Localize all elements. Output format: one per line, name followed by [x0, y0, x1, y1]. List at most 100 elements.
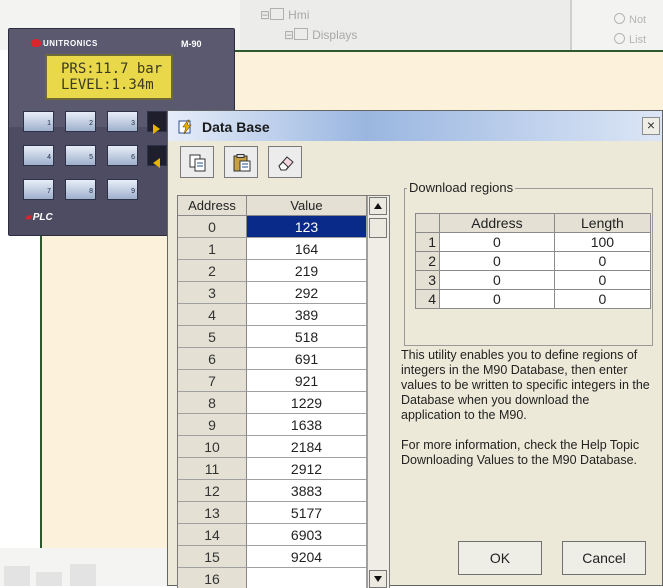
grid-row[interactable]: 10 2184 — [178, 436, 389, 458]
grid-header-value: Value — [247, 196, 367, 216]
row-address: 2 — [178, 260, 247, 282]
grid-row[interactable]: 5 518 — [178, 326, 389, 348]
region-length-cell[interactable]: 0 — [553, 270, 652, 290]
row-value-cell[interactable]: 2184 — [247, 436, 367, 458]
lightning-icon — [178, 119, 192, 135]
grid-row[interactable]: 12 3883 — [178, 480, 389, 502]
row-address: 10 — [178, 436, 247, 458]
row-address: 9 — [178, 414, 247, 436]
row-address: 16 — [178, 568, 247, 588]
grid-row[interactable]: 2 219 — [178, 260, 389, 282]
erase-button[interactable] — [268, 146, 302, 178]
device-key: 1 — [23, 111, 54, 132]
row-value-cell[interactable]: 164 — [247, 238, 367, 260]
grid-header: Address Value — [178, 196, 389, 216]
row-value-cell[interactable]: 5177 — [247, 502, 367, 524]
region-row: 1 0 100 — [415, 232, 652, 252]
copy-icon — [189, 154, 206, 172]
description-paragraph-1: This utility enables you to define regio… — [401, 348, 650, 422]
row-value-cell[interactable]: 1229 — [247, 392, 367, 414]
download-regions-table[interactable]: Address Length 1 0 100 2 0 0 3 0 0 4 0 0 — [415, 213, 652, 309]
scroll-thumb[interactable] — [369, 218, 387, 238]
radio-icon — [614, 13, 625, 24]
arrow-left-key-icon — [147, 145, 167, 168]
row-value-cell[interactable]: 389 — [247, 304, 367, 326]
radio-icon — [614, 33, 625, 44]
row-address: 3 — [178, 282, 247, 304]
row-value-cell[interactable] — [247, 568, 367, 588]
row-value-cell[interactable]: 691 — [247, 348, 367, 370]
region-row: 3 0 0 — [415, 270, 652, 290]
grid-row[interactable]: 7 921 — [178, 370, 389, 392]
row-value-cell[interactable]: 518 — [247, 326, 367, 348]
device-key: 9 — [107, 179, 138, 200]
region-address-cell[interactable]: 0 — [439, 251, 555, 271]
region-index: 2 — [415, 251, 440, 271]
ghost-shape — [4, 566, 30, 586]
row-address: 6 — [178, 348, 247, 370]
region-address-cell[interactable]: 0 — [439, 270, 555, 290]
description-paragraph-2: For more information, check the Help Top… — [401, 438, 640, 467]
row-value-cell[interactable]: 2912 — [247, 458, 367, 480]
tree-item-displays: ⊟ Displays — [284, 28, 358, 42]
device-key: 7 — [23, 179, 54, 200]
row-address: 0 — [178, 216, 247, 238]
row-value-cell[interactable]: 292 — [247, 282, 367, 304]
region-length-cell[interactable]: 100 — [553, 232, 652, 252]
unitronics-logo-icon — [31, 39, 41, 47]
row-address: 8 — [178, 392, 247, 414]
grid-header-address: Address — [178, 196, 247, 216]
folder-icon — [270, 8, 285, 20]
row-value-cell[interactable]: 1638 — [247, 414, 367, 436]
lcd-line-1: PRS:11.7 bar — [61, 61, 163, 77]
row-address: 7 — [178, 370, 247, 392]
grid-row[interactable]: 0 123 — [178, 216, 389, 238]
grid-scrollbar[interactable] — [367, 196, 389, 588]
ok-button[interactable]: OK — [458, 541, 542, 575]
tree-item-hmi: ⊟ Hmi — [260, 8, 310, 22]
grid-row[interactable]: 14 6903 — [178, 524, 389, 546]
lcd-line-2: LEVEL:1.34m — [61, 77, 154, 93]
row-value-cell[interactable]: 123 — [247, 216, 367, 238]
row-value-cell[interactable]: 6903 — [247, 524, 367, 546]
grid-row[interactable]: 16 — [178, 568, 389, 588]
row-value-cell[interactable]: 9204 — [247, 546, 367, 568]
row-address: 5 — [178, 326, 247, 348]
download-regions-label: Download regions — [407, 180, 516, 195]
grid-row[interactable]: 11 2912 — [178, 458, 389, 480]
grid-row[interactable]: 3 292 — [178, 282, 389, 304]
grid-row[interactable]: 8 1229 — [178, 392, 389, 414]
row-value-cell[interactable]: 921 — [247, 370, 367, 392]
device-brand: UNITRONICS — [43, 39, 98, 48]
grid-row[interactable]: 13 5177 — [178, 502, 389, 524]
grid-row[interactable]: 4 389 — [178, 304, 389, 326]
paste-button[interactable] — [224, 146, 258, 178]
region-length-cell[interactable]: 0 — [553, 289, 652, 309]
folder-icon — [294, 28, 309, 40]
region-index: 3 — [415, 270, 440, 290]
region-row: 2 0 0 — [415, 251, 652, 271]
region-address-cell[interactable]: 0 — [439, 289, 555, 309]
grid-row[interactable]: 6 691 — [178, 348, 389, 370]
row-value-cell[interactable]: 3883 — [247, 480, 367, 502]
ghost-shape — [36, 572, 62, 586]
copy-button[interactable] — [180, 146, 214, 178]
grid-row[interactable]: 15 9204 — [178, 546, 389, 568]
device-key: 3 — [107, 111, 138, 132]
paste-icon — [233, 154, 251, 172]
regions-header-address: Address — [439, 213, 555, 233]
scroll-down-button[interactable] — [369, 570, 387, 588]
dialog-titlebar[interactable]: Data Base × — [168, 111, 662, 141]
grid-row[interactable]: 1 164 — [178, 238, 389, 260]
region-address-cell[interactable]: 0 — [439, 232, 555, 252]
cancel-button[interactable]: Cancel — [562, 541, 646, 575]
grid-row[interactable]: 9 1638 — [178, 414, 389, 436]
database-grid[interactable]: Address Value 0 123 1 164 2 219 3 292 4 389 5… — [177, 195, 390, 588]
close-button[interactable]: × — [642, 117, 660, 135]
scroll-up-button[interactable] — [369, 197, 387, 215]
background-radio-group: Not List — [614, 10, 646, 50]
row-value-cell[interactable]: 219 — [247, 260, 367, 282]
device-lcd: PRS:11.7 bar LEVEL:1.34m — [45, 54, 173, 100]
row-address: 15 — [178, 546, 247, 568]
region-length-cell[interactable]: 0 — [553, 251, 652, 271]
